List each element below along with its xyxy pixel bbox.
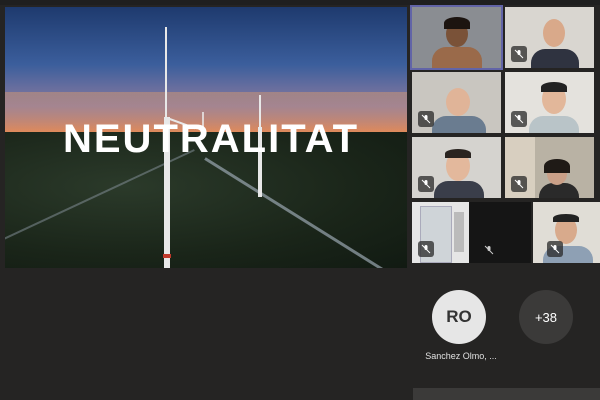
avatar-name-label: Sanchez Olmo, ... [425, 351, 497, 361]
participant-tile[interactable] [469, 202, 531, 263]
tile-object [454, 212, 464, 252]
slide-title: NEUTRALITAT [62, 117, 360, 161]
person-headset [553, 214, 579, 222]
participant-tile[interactable] [505, 7, 594, 68]
mic-off-icon [418, 176, 434, 192]
person-hair [541, 82, 567, 92]
participant-tile[interactable] [410, 5, 503, 70]
person-torso [529, 116, 579, 133]
wind-turbine-main-stripe [163, 254, 171, 258]
mic-off-icon [511, 111, 527, 127]
mic-off-icon [511, 176, 527, 192]
person-torso [434, 181, 484, 198]
person-torso [432, 116, 486, 133]
participant-tile[interactable] [505, 72, 594, 133]
person-torso [531, 49, 579, 68]
top-bar [0, 0, 600, 5]
person-head [543, 19, 565, 47]
participant-tile[interactable] [533, 202, 600, 263]
person-hair [444, 17, 470, 29]
person-hair [445, 149, 471, 158]
mic-off-icon [418, 241, 434, 257]
participant-tile[interactable] [412, 137, 501, 198]
wind-turbine-main-blade-up [165, 27, 167, 119]
person-hair [544, 159, 570, 173]
participant-tile[interactable] [412, 72, 501, 133]
participant-tile[interactable] [505, 137, 594, 198]
more-participants-button[interactable]: +38 [519, 290, 573, 344]
bottom-strip [413, 388, 600, 400]
mic-off-icon [418, 111, 434, 127]
person-torso [539, 183, 579, 198]
mic-off-icon [481, 242, 497, 258]
shared-slide: NEUTRALITAT [5, 7, 407, 268]
avatar[interactable]: RO [432, 290, 486, 344]
mic-off-icon [511, 46, 527, 62]
mic-off-icon [547, 241, 563, 257]
person-torso [432, 47, 482, 68]
person-head [446, 88, 470, 116]
